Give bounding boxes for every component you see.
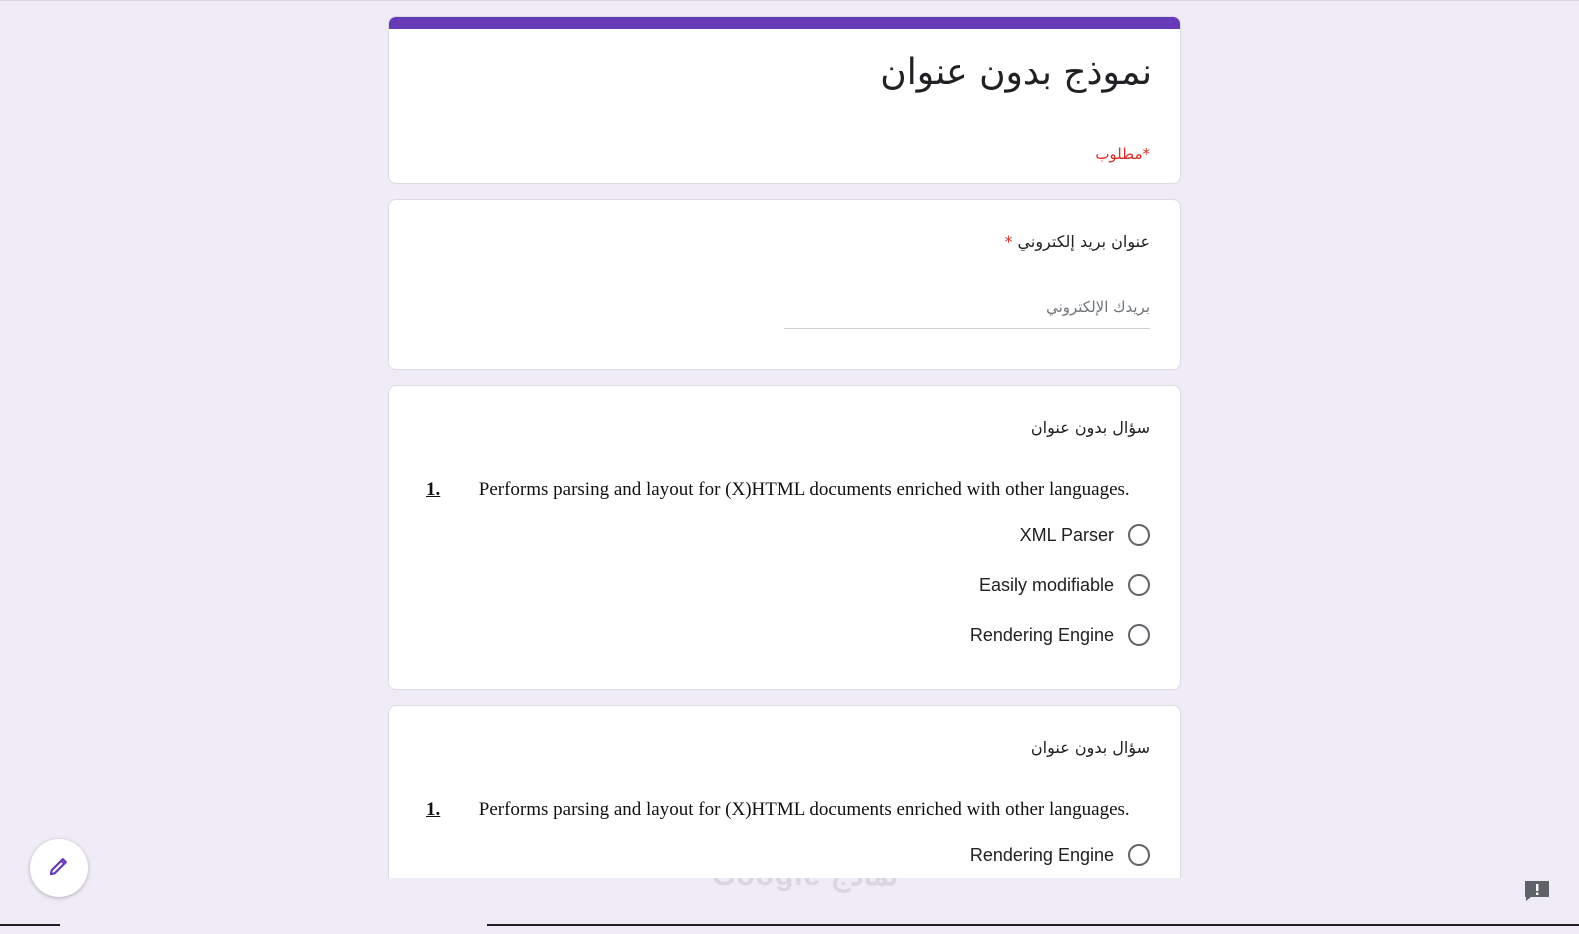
question-card-2: سؤال بدون عنوان 1. Performs parsing and … [388,705,1181,878]
question-body: Performs parsing and layout for (X)HTML … [478,799,1130,820]
option-label: XML Parser [1019,524,1114,545]
option-xml-parser[interactable]: XML Parser [1020,522,1150,548]
option-label: Rendering Engine [969,844,1114,865]
option-rendering-engine[interactable]: Rendering Engine [970,622,1150,648]
question-body: Performs parsing and layout for (X)HTML … [478,479,1130,500]
option-rendering-engine[interactable]: Rendering Engine [970,842,1150,868]
email-placeholder: بريدك الإلكتروني [1046,298,1150,316]
email-label-text: عنوان بريد إلكتروني [1017,232,1150,251]
email-field[interactable]: بريدك الإلكتروني [784,292,1150,329]
radio-button[interactable] [1128,524,1150,546]
divider-segment [0,924,60,926]
option-label: Easily modifiable [978,574,1114,595]
required-star: * [1004,232,1013,251]
question-number: 1. [426,799,441,820]
email-question-card: عنوان بريد إلكتروني * بريدك الإلكتروني [388,199,1181,370]
question-text: 1. Performs parsing and layout for (X)HT… [426,479,1166,501]
pencil-icon [47,854,71,883]
question-number: 1. [426,479,441,500]
top-divider [0,0,1579,1]
report-issue-icon [1524,881,1550,906]
required-note: *مطلوب [1095,145,1150,163]
form-header-card: نموذج بدون عنوان *مطلوب [388,16,1181,184]
edit-button[interactable] [30,839,88,897]
radio-button[interactable] [1128,624,1150,646]
divider-segment [487,924,1579,926]
radio-button[interactable] [1128,844,1150,866]
option-easily-modifiable[interactable]: Easily modifiable [979,572,1150,598]
form-title: نموذج بدون عنوان [880,52,1152,93]
accent-bar [389,17,1180,29]
question-text: 1. Performs parsing and layout for (X)HT… [426,799,1166,821]
radio-button[interactable] [1128,574,1150,596]
bottom-strip [0,924,1579,934]
question-title: سؤال بدون عنوان [1030,738,1150,757]
email-label: عنوان بريد إلكتروني * [1004,232,1150,251]
question-title: سؤال بدون عنوان [1030,418,1150,437]
report-issue-button[interactable] [1524,880,1550,902]
question-card-1: سؤال بدون عنوان 1. Performs parsing and … [388,385,1181,690]
option-label: Rendering Engine [969,624,1114,645]
